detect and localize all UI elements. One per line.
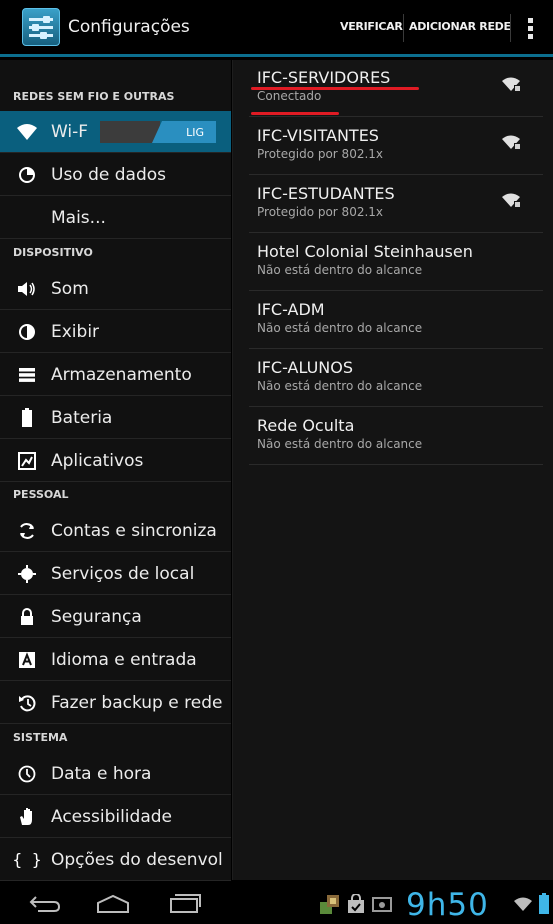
data-usage-icon xyxy=(15,166,39,184)
brightness-icon xyxy=(15,323,39,341)
sidebar-item-storage[interactable]: Armazenamento xyxy=(0,354,231,396)
overflow-menu-icon[interactable] xyxy=(528,18,534,40)
recent-apps-icon[interactable] xyxy=(168,892,202,918)
sidebar-item-label: Aplicativos xyxy=(51,450,144,471)
page-title: Configurações xyxy=(68,17,190,37)
shopping-bag-icon xyxy=(347,893,365,918)
add-network-button[interactable]: ADICIONAR REDE xyxy=(409,20,511,33)
sidebar-item-date-time[interactable]: Data e hora xyxy=(0,753,231,795)
notification-app-icon xyxy=(318,892,342,920)
divider xyxy=(403,14,404,42)
apps-icon xyxy=(15,451,39,470)
section-header-system: SISTEMA xyxy=(13,731,68,744)
back-icon[interactable] xyxy=(28,894,62,918)
network-status: Protegido por 802.1x xyxy=(257,205,384,219)
sidebar-item-accounts[interactable]: Contas e sincroniza xyxy=(0,510,231,552)
photo-icon xyxy=(372,896,392,916)
action-bar: Configurações VERIFICAR ADICIONAR REDE xyxy=(0,0,553,57)
storage-icon xyxy=(15,367,39,383)
network-item-ifc-estudantes[interactable]: IFC-ESTUDANTES Protegido por 802.1x xyxy=(249,176,543,233)
sidebar-item-label: Armazenamento xyxy=(51,364,192,385)
section-header-wireless: REDES SEM FIO E OUTRAS xyxy=(13,90,175,103)
sidebar-item-accessibility[interactable]: Acessibilidade xyxy=(0,796,231,838)
network-ssid: IFC-VISITANTES xyxy=(257,126,379,145)
network-status: Protegido por 802.1x xyxy=(257,147,384,161)
backup-icon xyxy=(15,694,39,712)
sidebar-item-location[interactable]: Serviços de local xyxy=(0,553,231,595)
sidebar-item-data-usage[interactable]: Uso de dados xyxy=(0,154,231,196)
sidebar-item-label: Segurança xyxy=(51,606,142,627)
sidebar-item-language[interactable]: Idioma e entrada xyxy=(0,639,231,681)
settings-app-icon[interactable] xyxy=(22,8,60,46)
wifi-toggle[interactable]: LIG xyxy=(100,121,216,143)
sidebar-item-label: Idioma e entrada xyxy=(51,649,197,670)
speaker-icon xyxy=(15,281,39,297)
network-status: Não está dentro do alcance xyxy=(257,263,423,277)
network-ssid: IFC-ESTUDANTES xyxy=(257,184,395,203)
sidebar-item-label: Contas e sincroniza xyxy=(51,520,217,541)
sidebar-item-label: Bateria xyxy=(51,407,113,428)
network-ssid: Rede Oculta xyxy=(257,416,355,435)
clock-icon xyxy=(15,765,39,783)
sidebar-item-label: Data e hora xyxy=(51,763,152,784)
network-ssid: IFC-SERVIDORES xyxy=(257,68,391,87)
divider xyxy=(510,14,511,42)
status-clock: 9h50 xyxy=(406,887,489,923)
network-item-ifc-adm[interactable]: IFC-ADM Não está dentro do alcance xyxy=(249,292,543,349)
wifi-network-list: IFC-SERVIDORES Conectado IFC-VISITANTES … xyxy=(232,60,553,880)
network-item-hotel-colonial[interactable]: Hotel Colonial Steinhausen Não está dent… xyxy=(249,234,543,291)
section-header-personal: PESSOAL xyxy=(13,488,69,501)
location-icon xyxy=(15,564,39,584)
toggle-on-label: LIG xyxy=(152,121,216,143)
network-ssid: IFC-ADM xyxy=(257,300,325,319)
sidebar-item-label: Mais... xyxy=(51,207,106,228)
network-status: Não está dentro do alcance xyxy=(257,437,423,451)
wifi-signal-icon xyxy=(501,134,521,154)
network-ssid: IFC-ALUNOS xyxy=(257,358,354,377)
sidebar-item-wifi[interactable]: Wi-F LIG xyxy=(0,111,231,153)
braces-icon: { } xyxy=(12,850,42,869)
lock-icon xyxy=(15,607,39,626)
sidebar-item-label: Acessibilidade xyxy=(51,806,172,827)
battery-status-icon xyxy=(539,893,549,919)
sidebar-item-label: Exibir xyxy=(51,321,100,342)
keyboard-icon xyxy=(15,651,39,669)
wifi-status-icon xyxy=(513,896,533,916)
settings-sidebar: REDES SEM FIO E OUTRAS Wi-F LIG Uso de d… xyxy=(0,60,231,881)
sidebar-item-sound[interactable]: Som xyxy=(0,268,231,310)
network-status: Não está dentro do alcance xyxy=(257,379,423,393)
network-item-ifc-alunos[interactable]: IFC-ALUNOS Não está dentro do alcance xyxy=(249,350,543,407)
wifi-signal-icon xyxy=(501,192,521,212)
hand-icon xyxy=(15,807,39,827)
network-status: Não está dentro do alcance xyxy=(257,321,423,335)
section-header-device: DISPOSITIVO xyxy=(13,246,93,259)
annotation-underline-ssid xyxy=(251,87,419,90)
verify-button[interactable]: VERIFICAR xyxy=(340,20,403,33)
sidebar-item-display[interactable]: Exibir xyxy=(0,311,231,353)
sidebar-item-label: Som xyxy=(51,278,89,299)
annotation-underline-status xyxy=(251,112,339,115)
sidebar-item-label: Uso de dados xyxy=(51,164,167,185)
battery-icon xyxy=(15,407,39,428)
network-status: Conectado xyxy=(257,89,322,103)
sidebar-item-battery[interactable]: Bateria xyxy=(0,397,231,439)
network-item-rede-oculta[interactable]: Rede Oculta Não está dentro do alcance xyxy=(249,408,543,465)
sync-icon xyxy=(15,522,39,540)
sidebar-item-developer[interactable]: { } Opções do desenvol xyxy=(0,839,231,881)
sidebar-item-backup[interactable]: Fazer backup e rede xyxy=(0,682,231,724)
sidebar-item-more[interactable]: Mais... xyxy=(0,197,231,239)
wifi-icon xyxy=(15,123,39,141)
wifi-signal-icon xyxy=(501,76,521,96)
sidebar-item-security[interactable]: Segurança xyxy=(0,596,231,638)
network-ssid: Hotel Colonial Steinhausen xyxy=(257,242,473,261)
sidebar-item-label: Wi-F xyxy=(51,121,89,142)
home-icon[interactable] xyxy=(96,894,130,918)
network-item-ifc-visitantes[interactable]: IFC-VISITANTES Protegido por 802.1x xyxy=(249,118,543,175)
sidebar-item-label: Opções do desenvol xyxy=(51,849,223,870)
sidebar-item-label: Serviços de local xyxy=(51,563,195,584)
sidebar-item-apps[interactable]: Aplicativos xyxy=(0,440,231,482)
sidebar-item-label: Fazer backup e rede xyxy=(51,692,223,713)
